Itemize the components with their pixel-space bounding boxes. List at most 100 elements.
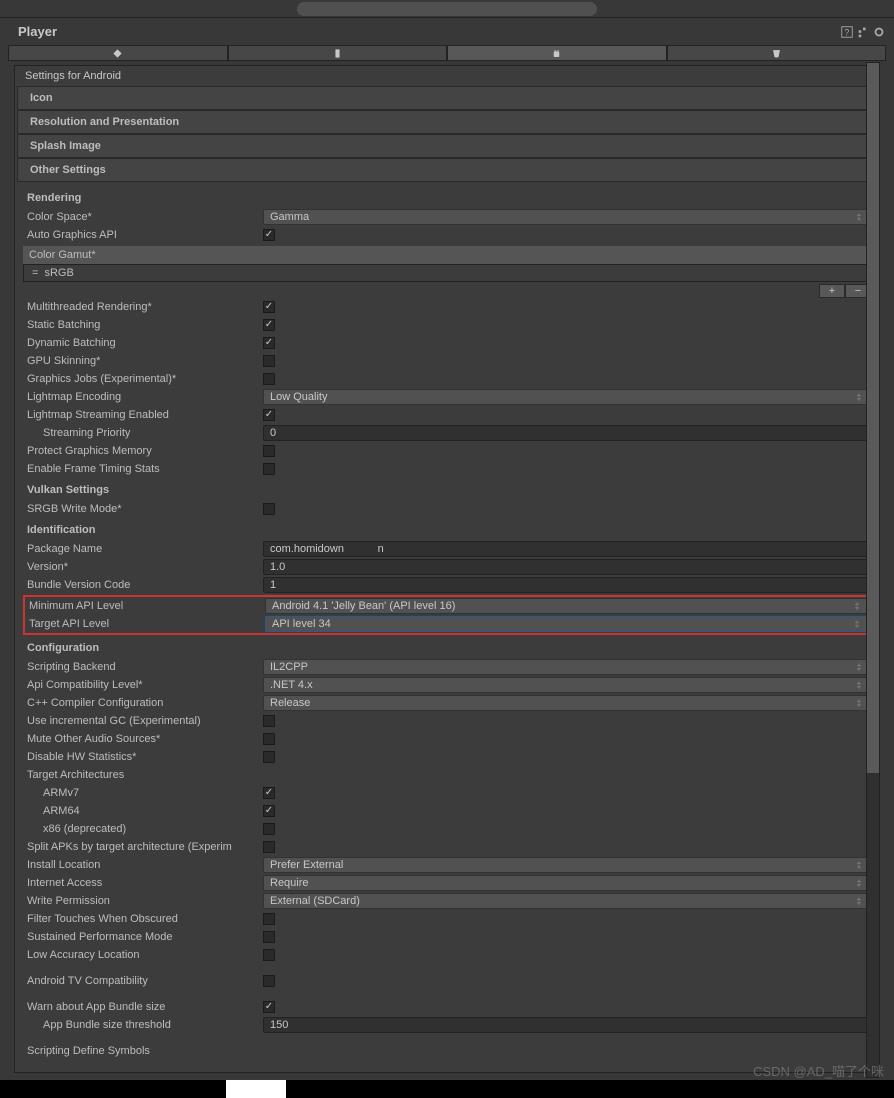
tab-standalone[interactable] <box>8 45 228 61</box>
scripting-define-label: Scripting Define Symbols <box>23 1045 263 1057</box>
streaming-priority-input[interactable] <box>263 425 871 441</box>
target-api-dropdown[interactable]: API level 34‡ <box>265 616 869 632</box>
rendering-title: Rendering <box>23 186 871 208</box>
android-tv-checkbox[interactable] <box>263 975 275 987</box>
version-label: Version* <box>23 561 263 573</box>
bundle-code-label: Bundle Version Code <box>23 579 263 591</box>
dynamic-batching-label: Dynamic Batching <box>23 337 263 349</box>
x86-checkbox <box>263 823 275 835</box>
x86-label: x86 (deprecated) <box>23 823 263 835</box>
api-compat-dropdown[interactable]: .NET 4.x‡ <box>263 677 871 693</box>
lightmap-encoding-dropdown[interactable]: Low Quality‡ <box>263 389 871 405</box>
settings-icon[interactable] <box>856 25 870 39</box>
version-input[interactable] <box>263 559 871 575</box>
help-icon[interactable]: ? <box>840 25 854 39</box>
bundle-code-input[interactable] <box>263 577 871 593</box>
dynamic-batching-checkbox[interactable] <box>263 337 275 349</box>
watermark: CSDN @AD_喵了个咪 <box>753 1061 884 1080</box>
streaming-priority-label: Streaming Priority <box>23 427 263 439</box>
frame-timing-checkbox[interactable] <box>263 463 275 475</box>
low-accuracy-label: Low Accuracy Location <box>23 949 263 961</box>
install-location-label: Install Location <box>23 859 263 871</box>
bottom-white <box>226 1080 286 1098</box>
lightmap-streaming-checkbox[interactable] <box>263 409 275 421</box>
search-bar <box>0 0 894 18</box>
bundle-threshold-input[interactable] <box>263 1017 871 1033</box>
tab-webgl[interactable] <box>667 45 887 61</box>
scripting-backend-dropdown[interactable]: IL2CPP‡ <box>263 659 871 675</box>
tab-ios[interactable] <box>228 45 448 61</box>
multithreaded-checkbox[interactable] <box>263 301 275 313</box>
low-accuracy-checkbox[interactable] <box>263 949 275 961</box>
target-arch-label: Target Architectures <box>23 769 263 781</box>
package-name-input[interactable] <box>263 541 871 557</box>
protect-graphics-label: Protect Graphics Memory <box>23 445 263 457</box>
color-gamut-list: =sRGB <box>23 264 871 282</box>
filter-touches-checkbox[interactable] <box>263 913 275 925</box>
internet-access-label: Internet Access <box>23 877 263 889</box>
vulkan-title: Vulkan Settings <box>23 478 871 500</box>
bundle-threshold-label: App Bundle size threshold <box>23 1019 263 1031</box>
header-icons: ? <box>840 25 886 39</box>
mute-audio-checkbox[interactable] <box>263 733 275 745</box>
arm64-label: ARM64 <box>23 805 263 817</box>
static-batching-checkbox[interactable] <box>263 319 275 331</box>
scrollbar[interactable] <box>866 62 880 1078</box>
armv7-checkbox[interactable] <box>263 787 275 799</box>
arm64-checkbox[interactable] <box>263 805 275 817</box>
target-api-label: Target API Level <box>25 618 265 630</box>
drag-handle-icon[interactable]: = <box>32 267 38 279</box>
settings-for-label: Settings for Android <box>15 66 879 86</box>
write-permission-dropdown[interactable]: External (SDCard)‡ <box>263 893 871 909</box>
section-icon[interactable]: Icon <box>17 86 877 110</box>
tab-android[interactable] <box>447 45 667 61</box>
section-resolution[interactable]: Resolution and Presentation <box>17 110 877 134</box>
graphics-jobs-label: Graphics Jobs (Experimental)* <box>23 373 263 385</box>
lightmap-encoding-label: Lightmap Encoding <box>23 391 263 403</box>
cpp-compiler-label: C++ Compiler Configuration <box>23 697 263 709</box>
cpp-compiler-dropdown[interactable]: Release‡ <box>263 695 871 711</box>
write-permission-label: Write Permission <box>23 895 263 907</box>
incremental-gc-checkbox[interactable] <box>263 715 275 727</box>
install-location-dropdown[interactable]: Prefer External‡ <box>263 857 871 873</box>
scrollbar-thumb[interactable] <box>867 63 879 773</box>
search-input[interactable] <box>297 2 597 16</box>
warn-bundle-label: Warn about App Bundle size <box>23 1001 263 1013</box>
min-api-label: Minimum API Level <box>25 600 265 612</box>
sustained-perf-checkbox[interactable] <box>263 931 275 943</box>
platform-tabs <box>8 45 886 61</box>
sustained-perf-label: Sustained Performance Mode <box>23 931 263 943</box>
srgb-write-label: SRGB Write Mode* <box>23 503 263 515</box>
disable-hw-checkbox[interactable] <box>263 751 275 763</box>
add-button[interactable]: + <box>819 284 845 298</box>
filter-touches-label: Filter Touches When Obscured <box>23 913 263 925</box>
gear-icon[interactable] <box>872 25 886 39</box>
lightmap-streaming-label: Lightmap Streaming Enabled <box>23 409 263 421</box>
android-tv-label: Android TV Compatibility <box>23 975 263 987</box>
incremental-gc-label: Use incremental GC (Experimental) <box>23 715 263 727</box>
min-api-dropdown[interactable]: Android 4.1 'Jelly Bean' (API level 16)‡ <box>265 598 869 614</box>
scripting-backend-label: Scripting Backend <box>23 661 263 673</box>
package-name-label: Package Name <box>23 543 263 555</box>
static-batching-label: Static Batching <box>23 319 263 331</box>
api-compat-label: Api Compatibility Level* <box>23 679 263 691</box>
other-settings-body: Rendering Color Space*Gamma‡ Auto Graphi… <box>15 182 879 1072</box>
auto-graphics-checkbox[interactable] <box>263 229 275 241</box>
disable-hw-label: Disable HW Statistics* <box>23 751 263 763</box>
internet-access-dropdown[interactable]: Require‡ <box>263 875 871 891</box>
color-gamut-item[interactable]: =sRGB <box>24 265 870 281</box>
protect-graphics-checkbox[interactable] <box>263 445 275 457</box>
settings-panel: Settings for Android Icon Resolution and… <box>14 65 880 1073</box>
warn-bundle-checkbox[interactable] <box>263 1001 275 1013</box>
section-other[interactable]: Other Settings <box>17 158 877 182</box>
gpu-skinning-label: GPU Skinning* <box>23 355 263 367</box>
srgb-write-checkbox[interactable] <box>263 503 275 515</box>
split-apks-checkbox[interactable] <box>263 841 275 853</box>
graphics-jobs-checkbox[interactable] <box>263 373 275 385</box>
bottom-bar <box>0 1080 894 1098</box>
color-space-dropdown[interactable]: Gamma‡ <box>263 209 871 225</box>
inspector-header: Player ? <box>0 18 894 45</box>
auto-graphics-label: Auto Graphics API <box>23 229 263 241</box>
gpu-skinning-checkbox[interactable] <box>263 355 275 367</box>
section-splash[interactable]: Splash Image <box>17 134 877 158</box>
